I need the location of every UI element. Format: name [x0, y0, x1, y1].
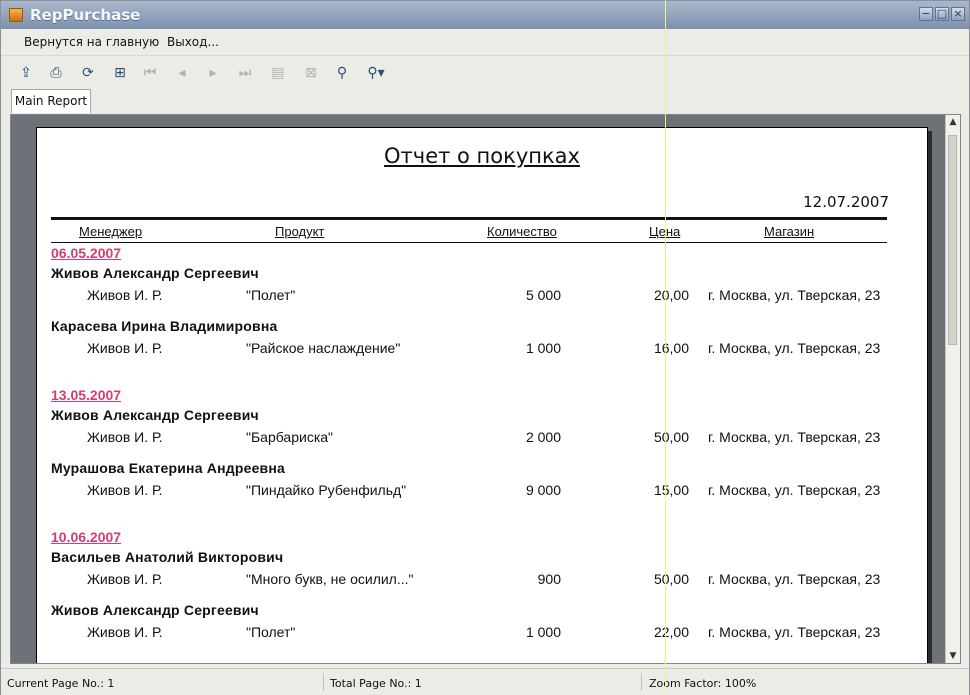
row-shop: г. Москва, ул. Тверская, 23 — [708, 340, 881, 356]
report-title: Отчет о покупках — [384, 144, 580, 168]
col-quantity: Количество — [487, 224, 557, 239]
status-current-page: Current Page No.: 1 — [7, 677, 115, 690]
maximize-button[interactable]: □ — [935, 7, 949, 21]
row-price: 50,00 — [653, 571, 689, 587]
row-product: "Много букв, не осилил..." — [246, 571, 414, 587]
group-date: 13.05.2007 — [51, 387, 122, 403]
col-product: Продукт — [275, 224, 325, 239]
row-manager: Живов И. Р. — [87, 571, 163, 587]
title-bar: RepPurchase − □ × — [1, 1, 969, 29]
window-title: RepPurchase — [30, 6, 141, 24]
row-quantity: 1 000 — [525, 624, 561, 640]
print-icon[interactable]: ⎙ — [47, 64, 65, 82]
minimize-button[interactable]: − — [919, 7, 933, 21]
col-shop: Магазин — [764, 224, 815, 239]
row-manager: Живов И. Р. — [87, 482, 163, 498]
row-quantity: 900 — [537, 571, 561, 587]
customer-name: Карасева Ирина Владимировна — [51, 318, 278, 334]
row-shop: г. Москва, ул. Тверская, 23 — [708, 624, 881, 640]
scroll-thumb[interactable] — [948, 135, 957, 345]
group-date: 10.06.2007 — [51, 529, 122, 545]
row-product: "Райское наслаждение" — [246, 340, 401, 356]
status-bar: Current Page No.: 1 Total Page No.: 1 Zo… — [1, 668, 969, 695]
row-product: "Полет" — [246, 287, 296, 303]
app-icon — [9, 8, 23, 22]
customer-name: Живов Александр Сергеевич — [51, 265, 259, 281]
row-quantity: 9 000 — [525, 482, 561, 498]
customer-name: Живов Александр Сергеевич — [51, 602, 259, 618]
header-rule — [51, 217, 887, 220]
row-manager: Живов И. Р. — [87, 429, 163, 445]
app-window: RepPurchase − □ × Вернутся на главную Вы… — [0, 0, 970, 695]
row-quantity: 1 000 — [525, 340, 561, 356]
customer-name: Васильев Анатолий Викторович — [51, 549, 284, 565]
row-quantity: 5 000 — [525, 287, 561, 303]
status-divider — [641, 673, 642, 691]
row-price: 20,00 — [653, 287, 689, 303]
col-manager: Менеджер — [79, 224, 143, 239]
row-shop: г. Москва, ул. Тверская, 23 — [708, 287, 881, 303]
tab-main-report[interactable]: Main Report — [11, 89, 91, 113]
header-rule-bottom — [51, 242, 887, 243]
guide-line — [665, 0, 666, 693]
vertical-scrollbar[interactable]: ▲ ▼ — [945, 115, 960, 663]
scroll-up-icon[interactable]: ▲ — [947, 116, 959, 128]
zoom-icon[interactable]: ⚲▾ — [364, 64, 388, 82]
row-shop: г. Москва, ул. Тверская, 23 — [708, 571, 881, 587]
menu-back-home[interactable]: Вернутся на главную — [24, 35, 159, 49]
row-product: "Пиндайко Рубенфильд" — [246, 482, 407, 498]
row-price: 22,00 — [653, 624, 689, 640]
scroll-down-icon[interactable]: ▼ — [947, 650, 959, 662]
search-icon[interactable]: ⚲ — [333, 64, 351, 82]
row-manager: Живов И. Р. — [87, 340, 163, 356]
menu-bar: Вернутся на главную Выход... — [1, 29, 969, 56]
prev-page-icon[interactable]: ◂ — [173, 64, 191, 82]
group-tree-icon[interactable]: ⊞ — [111, 64, 129, 82]
next-page-icon[interactable]: ▸ — [204, 64, 222, 82]
row-price: 50,00 — [653, 429, 689, 445]
row-shop: г. Москва, ул. Тверская, 23 — [708, 482, 881, 498]
customer-name: Мурашова Екатерина Андреевна — [51, 460, 286, 476]
last-page-icon[interactable]: ⏭ — [236, 64, 254, 82]
row-price: 15,00 — [653, 482, 689, 498]
row-product: "Полет" — [246, 624, 296, 640]
report-page: Отчет о покупках 12.07.2007 Менеджер Про… — [36, 127, 928, 663]
group-date: 06.05.2007 — [51, 245, 122, 261]
row-manager: Живов И. Р. — [87, 287, 163, 303]
row-manager: Живов И. Р. — [87, 624, 163, 640]
report-toolbar: ⇪ ⎙ ⟳ ⊞ ⏮ ◂ ▸ ⏭ ▤ ⊠ ⚲ ⚲▾ — [1, 56, 969, 87]
goto-page-icon[interactable]: ▤ — [269, 64, 287, 82]
close-button[interactable]: × — [951, 7, 965, 21]
row-product: "Барбариска" — [246, 429, 334, 445]
row-shop: г. Москва, ул. Тверская, 23 — [708, 429, 881, 445]
row-quantity: 2 000 — [525, 429, 561, 445]
customer-name: Живов Александр Сергеевич — [51, 407, 259, 423]
status-total-page: Total Page No.: 1 — [330, 677, 422, 690]
row-price: 16,00 — [653, 340, 689, 356]
export-icon[interactable]: ⇪ — [17, 64, 35, 82]
report-viewer: Отчет о покупках 12.07.2007 Менеджер Про… — [10, 114, 961, 664]
stop-icon[interactable]: ⊠ — [302, 64, 320, 82]
tab-strip: Main Report — [1, 87, 969, 114]
status-divider — [323, 673, 324, 691]
refresh-icon[interactable]: ⟳ — [79, 64, 97, 82]
first-page-icon[interactable]: ⏮ — [141, 64, 159, 82]
menu-exit[interactable]: Выход... — [167, 35, 219, 49]
report-date: 12.07.2007 — [803, 193, 889, 211]
